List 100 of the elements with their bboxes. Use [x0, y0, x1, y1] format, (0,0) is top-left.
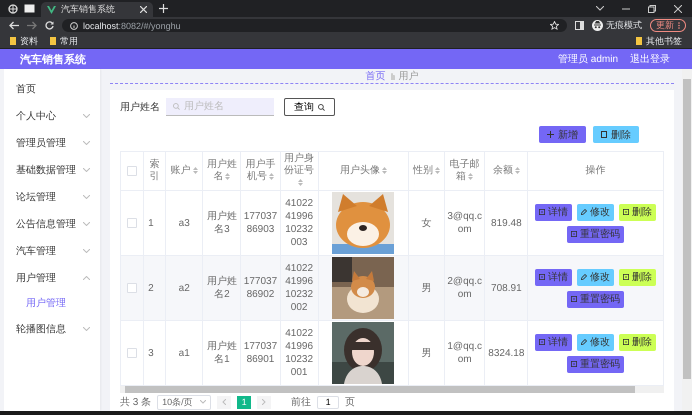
star-icon[interactable] [550, 21, 559, 30]
search-button[interactable]: 查询 [284, 98, 335, 116]
table-cell-text: 410224199610232001 [284, 327, 314, 379]
sidebar-item[interactable]: 轮播图信息 [4, 315, 100, 342]
side-panel-icon[interactable] [575, 21, 584, 30]
column-header[interactable]: 用户头像 [340, 165, 387, 177]
forward-icon[interactable] [27, 21, 37, 30]
minimize-icon[interactable] [622, 8, 630, 10]
window-icon[interactable] [24, 4, 35, 13]
sidebar-item[interactable]: 基础数据管理 [4, 156, 100, 183]
search-field[interactable]: 用户姓名 [166, 98, 274, 116]
table-cell: 819.48 [491, 216, 522, 230]
close-icon[interactable] [674, 4, 682, 12]
document-icon [571, 231, 578, 237]
sidebar-item[interactable]: 论坛管理 [4, 183, 100, 210]
sort-icon [382, 166, 387, 174]
restore-icon[interactable] [648, 4, 656, 12]
edit-button[interactable]: 修改 [577, 268, 614, 286]
table-cell: a1 [178, 346, 190, 360]
new-tab-icon[interactable] [159, 4, 168, 13]
back-icon[interactable] [9, 21, 19, 30]
table-cell: a3 [178, 216, 190, 230]
browser-tab[interactable]: 汽车销售系统 [41, 2, 153, 17]
sidebar-subitem[interactable]: 用户管理 [4, 291, 100, 315]
chevron-icon [83, 114, 90, 118]
address-bar[interactable]: localhost:8082/#/yonghu [62, 19, 567, 32]
chevron-icon [83, 326, 90, 330]
vue-logo-icon [47, 6, 56, 14]
trash-icon [601, 131, 607, 138]
profile-button[interactable]: 无痕模式 [592, 19, 642, 32]
globe-icon[interactable] [8, 4, 18, 14]
logout-link[interactable]: 退出登录 [630, 52, 670, 66]
document-icon [571, 296, 578, 302]
sort-icon [298, 178, 303, 186]
table-cell-text: 3 [147, 346, 155, 360]
user-label: 管理员 admin [558, 53, 618, 66]
select-all-checkbox[interactable] [127, 166, 138, 176]
column-header: 操作 [586, 165, 606, 177]
chevron-icon [83, 140, 90, 144]
column-header: 索引 [148, 159, 161, 183]
folder-icon [636, 37, 642, 45]
document-icon [539, 209, 546, 215]
reload-icon[interactable] [45, 21, 54, 30]
table-cell: 男 [422, 282, 432, 294]
sidebar-item[interactable]: 个人中心 [4, 102, 100, 129]
page-unit-label: 页 [345, 396, 356, 409]
bookmark[interactable]: 资料 [10, 34, 38, 48]
delete-button[interactable]: 删除 [619, 204, 656, 220]
pencil-icon [581, 339, 588, 345]
sidebar-item[interactable]: 管理员管理 [4, 129, 100, 156]
breadcrumb-item[interactable]: 首页 [366, 69, 386, 83]
chevron-icon [83, 248, 90, 252]
table-cell: 3@qq.com [447, 210, 482, 236]
breadcrumb-item: 用户 [398, 70, 418, 83]
sidebar-item[interactable]: 汽车管理 [4, 237, 100, 264]
row-checkbox[interactable] [127, 218, 138, 228]
sort-icon [435, 166, 440, 174]
close-icon[interactable] [140, 6, 147, 13]
vertical-scrollbar[interactable] [682, 69, 692, 411]
table-cell: 女 [422, 216, 432, 230]
dropdown-icon[interactable] [596, 6, 604, 11]
edit-button[interactable]: 修改 [577, 334, 614, 350]
app-title: 汽车销售系统 [20, 52, 86, 66]
pencil-icon [581, 274, 588, 280]
delete-button[interactable]: 删除 [619, 268, 656, 286]
table-cell: 708.91 [491, 282, 522, 294]
column-header[interactable]: 余额 [492, 165, 520, 177]
document-icon [623, 274, 630, 280]
table-cell-text: 1 [147, 216, 155, 230]
edit-button[interactable]: 修改 [577, 204, 614, 220]
chevron-right-icon [262, 399, 266, 405]
sort-icon [192, 166, 198, 174]
plus-icon [547, 131, 554, 138]
sort-icon [225, 172, 230, 180]
bookmark[interactable]: 常用 [50, 34, 78, 48]
document-icon [571, 361, 578, 367]
chevron-icon [83, 222, 90, 226]
delete-button[interactable]: 删除 [593, 126, 639, 143]
update-button[interactable]: 更新 [650, 19, 686, 32]
delete-button[interactable]: 删除 [619, 334, 656, 350]
table-cell: 17703786902 [243, 275, 278, 301]
page-size-select[interactable]: 10条/页 [157, 394, 212, 410]
sidebar-item[interactable]: 公告信息管理 [4, 210, 100, 237]
search-label: 用户姓名 [120, 100, 160, 114]
table-cell-text: 2 [147, 282, 155, 294]
bookmark[interactable]: 其他书签 [636, 34, 682, 48]
page-input[interactable]: 1 [317, 396, 340, 408]
info-icon [70, 22, 78, 30]
row-checkbox[interactable] [127, 348, 138, 358]
folder-icon [50, 37, 56, 45]
table-cell: 1@qq.com [447, 340, 482, 366]
sidebar-item[interactable]: 首页 [4, 75, 100, 102]
sidebar-item[interactable]: 用户管理 [4, 264, 100, 291]
chevron-left-icon [222, 399, 226, 405]
row-checkbox[interactable] [127, 282, 138, 293]
sort-icon [268, 172, 274, 180]
folder-icon [10, 37, 16, 45]
total-count: 共 3 条 [120, 396, 152, 409]
table-cell: 2@qq.com [447, 275, 482, 301]
horizontal-scrollbar[interactable] [120, 386, 664, 393]
